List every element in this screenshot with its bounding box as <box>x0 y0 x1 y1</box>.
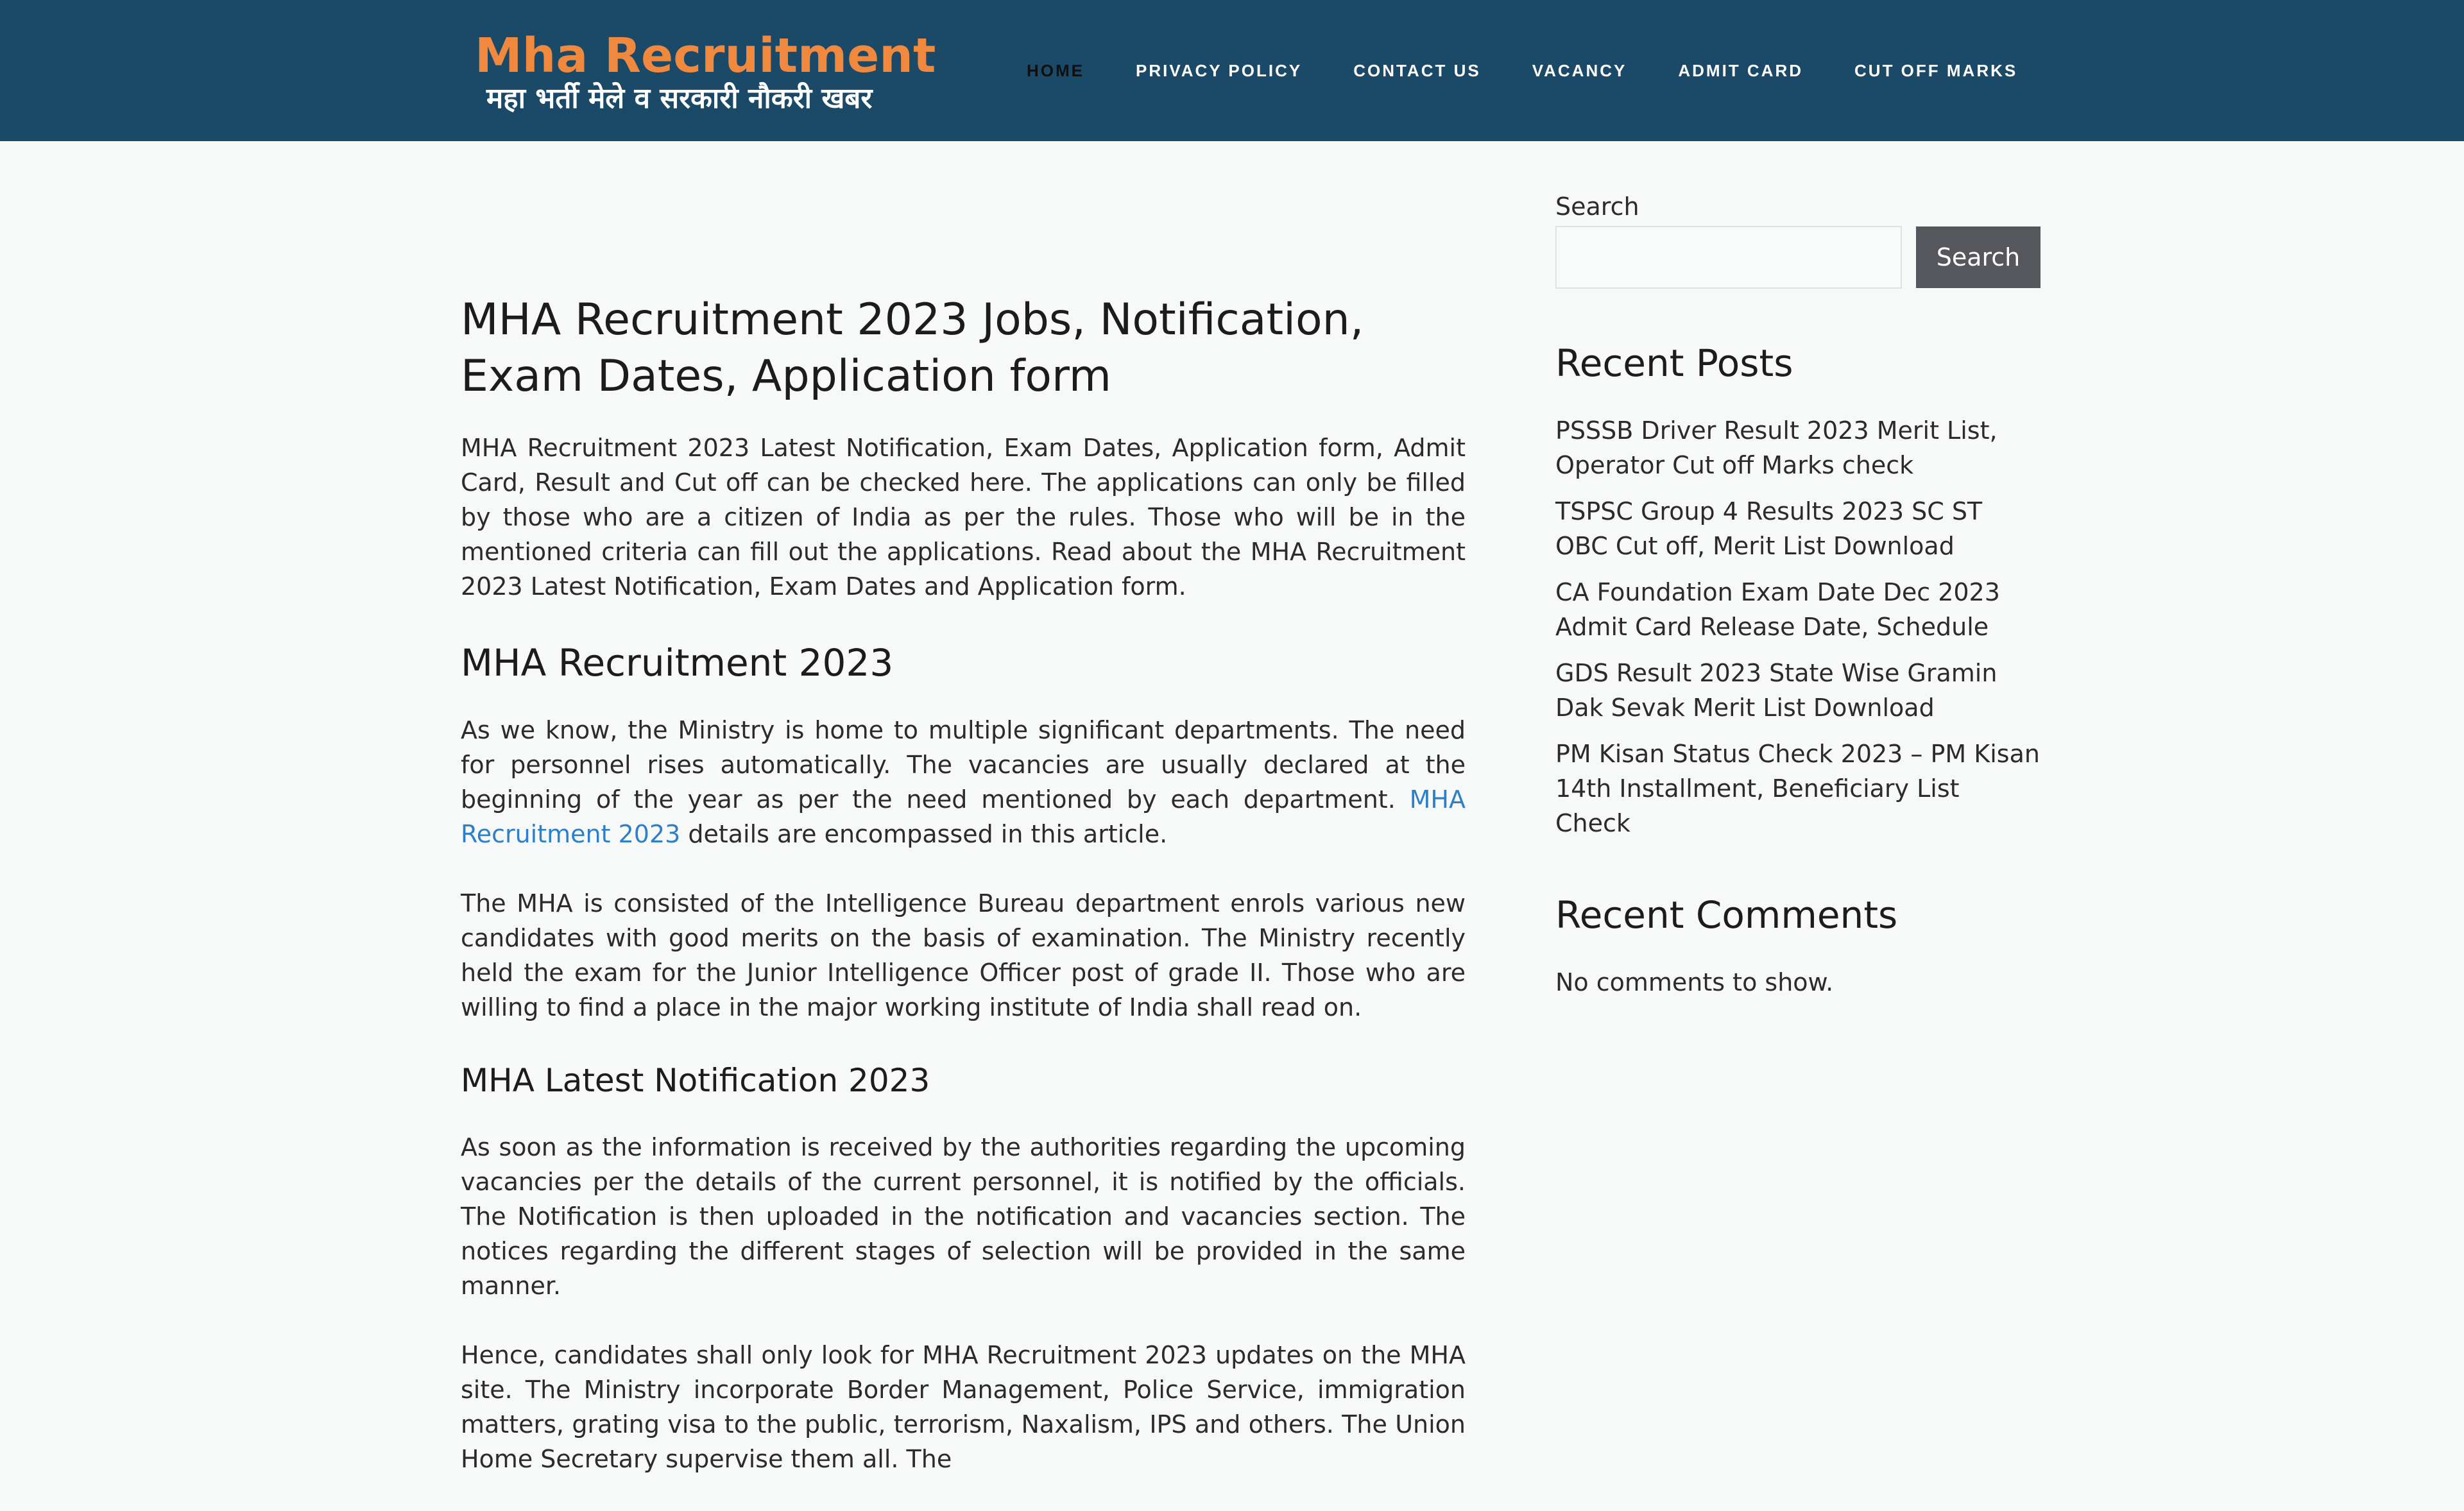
nav-home[interactable]: HOME <box>1001 61 1110 81</box>
nav-vacancy[interactable]: VACANCY <box>1507 61 1653 81</box>
recent-post-link[interactable]: TSPSC Group 4 Results 2023 SC ST OBC Cut… <box>1555 497 1982 560</box>
search-label: Search <box>1555 192 1639 221</box>
list-item: CA Foundation Exam Date Dec 2023 Admit C… <box>1555 575 2042 644</box>
article: MHA Recruitment 2023 Jobs, Notification,… <box>461 292 1466 1511</box>
page-title: MHA Recruitment 2023 Jobs, Notification,… <box>461 295 1364 402</box>
sidebar: Search Search Recent Posts PSSSB Driver … <box>1555 190 2042 1000</box>
subsection-heading: MHA Latest Notification 2023 <box>461 1062 930 1099</box>
recent-comments-title: Recent Comments <box>1555 893 1898 937</box>
site-logo[interactable]: Mha Recruitment महा भर्ती मेले व सरकारी … <box>475 27 936 117</box>
nav-privacy-policy[interactable]: PRIVACY POLICY <box>1110 61 1328 81</box>
section-heading: MHA Recruitment 2023 <box>461 641 894 685</box>
list-item: PSSSB Driver Result 2023 Merit List, Ope… <box>1555 413 2042 482</box>
search-button[interactable]: Search <box>1916 226 2041 288</box>
list-item: PM Kisan Status Check 2023 – PM Kisan 14… <box>1555 737 2042 841</box>
recent-posts-title: Recent Posts <box>1555 341 1793 385</box>
no-comments-text: No comments to show. <box>1555 968 1834 996</box>
site-header: Mha Recruitment महा भर्ती मेले व सरकारी … <box>0 0 2464 141</box>
list-item: GDS Result 2023 State Wise Gramin Dak Se… <box>1555 656 2042 725</box>
search-form: Search <box>1555 226 2042 289</box>
paragraph: The MHA is consisted of the Intelligence… <box>461 889 1466 1021</box>
recent-post-link[interactable]: GDS Result 2023 State Wise Gramin Dak Se… <box>1555 659 1997 722</box>
main-nav: HOME PRIVACY POLICY CONTACT US VACANCY A… <box>1001 58 2043 83</box>
logo-title: Mha Recruitment <box>475 28 936 83</box>
nav-contact-us[interactable]: CONTACT US <box>1328 61 1507 81</box>
recent-post-link[interactable]: CA Foundation Exam Date Dec 2023 Admit C… <box>1555 578 2000 641</box>
intro-paragraph: MHA Recruitment 2023 Latest Notification… <box>461 434 1466 601</box>
list-item: TSPSC Group 4 Results 2023 SC ST OBC Cut… <box>1555 494 2042 563</box>
paragraph: As soon as the information is received b… <box>461 1133 1466 1300</box>
nav-cut-off-marks[interactable]: CUT OFF MARKS <box>1829 61 2043 81</box>
logo-subtitle: महा भर्ती मेले व सरकारी नौकरी खबर <box>486 82 873 115</box>
paragraph: Hence, candidates shall only look for MH… <box>461 1341 1466 1473</box>
recent-post-link[interactable]: PSSSB Driver Result 2023 Merit List, Ope… <box>1555 416 1998 479</box>
recent-posts-list: PSSSB Driver Result 2023 Merit List, Ope… <box>1555 413 2042 841</box>
paragraph-text: details are encompassed in this article. <box>680 820 1168 848</box>
search-input[interactable] <box>1555 226 1902 289</box>
paragraph-text: As we know, the Ministry is home to mult… <box>461 716 1466 814</box>
nav-admit-card[interactable]: ADMIT CARD <box>1652 61 1829 81</box>
recent-post-link[interactable]: PM Kisan Status Check 2023 – PM Kisan 14… <box>1555 740 2040 837</box>
paragraph: As we know, the Ministry is home to mult… <box>461 713 1466 851</box>
